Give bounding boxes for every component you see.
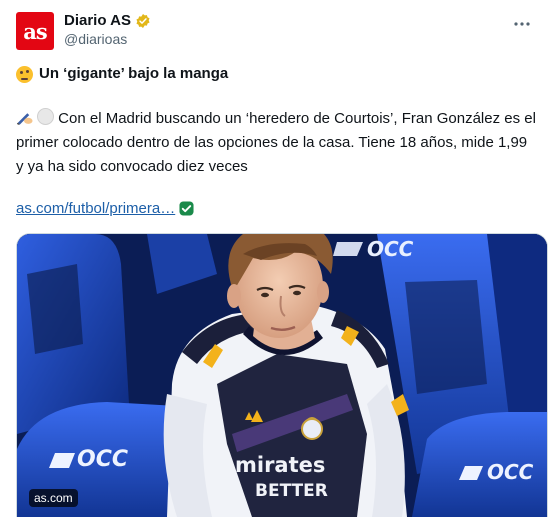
avatar-logo-text: as (23, 18, 47, 44)
headline-text: Un ‘gigante’ bajo la manga (39, 65, 229, 82)
article-link[interactable]: as.com/futbol/primera… (16, 200, 175, 217)
white-circle-icon (37, 108, 55, 125)
more-options-button[interactable] (510, 12, 534, 36)
check-mark-icon (179, 201, 194, 216)
tweet-card[interactable]: as Diario AS @diarioas Un ‘gigante’ bajo… (0, 0, 554, 517)
seat-logo-left: OCC (77, 447, 128, 472)
media-source-label: as.com (29, 489, 78, 507)
more-dots-icon (514, 22, 530, 26)
display-name[interactable]: Diario AS (64, 12, 131, 29)
tweet-header: Diario AS @diarioas (64, 12, 151, 47)
media-image[interactable]: OCC OCC OCC mirates BETTER as.com (16, 233, 548, 517)
tweet-headline: Un ‘gigante’ bajo la manga (16, 64, 536, 84)
avatar[interactable]: as (16, 12, 54, 50)
photo-player-on-bench: OCC OCC OCC mirates BETTER (17, 234, 547, 517)
link-row: as.com/futbol/primera… (16, 200, 194, 217)
thinking-face-icon (16, 65, 33, 83)
seat-logo-right: OCC (487, 460, 534, 484)
tweet-body: Con el Madrid buscando un ‘heredero de C… (16, 107, 538, 179)
writing-hand-icon (16, 113, 33, 125)
body-text: Con el Madrid buscando un ‘heredero de C… (16, 110, 536, 175)
account-handle[interactable]: @diarioas (64, 31, 151, 47)
seat-logo-top: OCC (367, 237, 414, 261)
shirt-sponsor-line2: BETTER (255, 481, 328, 501)
verified-badge-icon (136, 13, 150, 28)
shirt-sponsor-line1: mirates (235, 453, 325, 477)
